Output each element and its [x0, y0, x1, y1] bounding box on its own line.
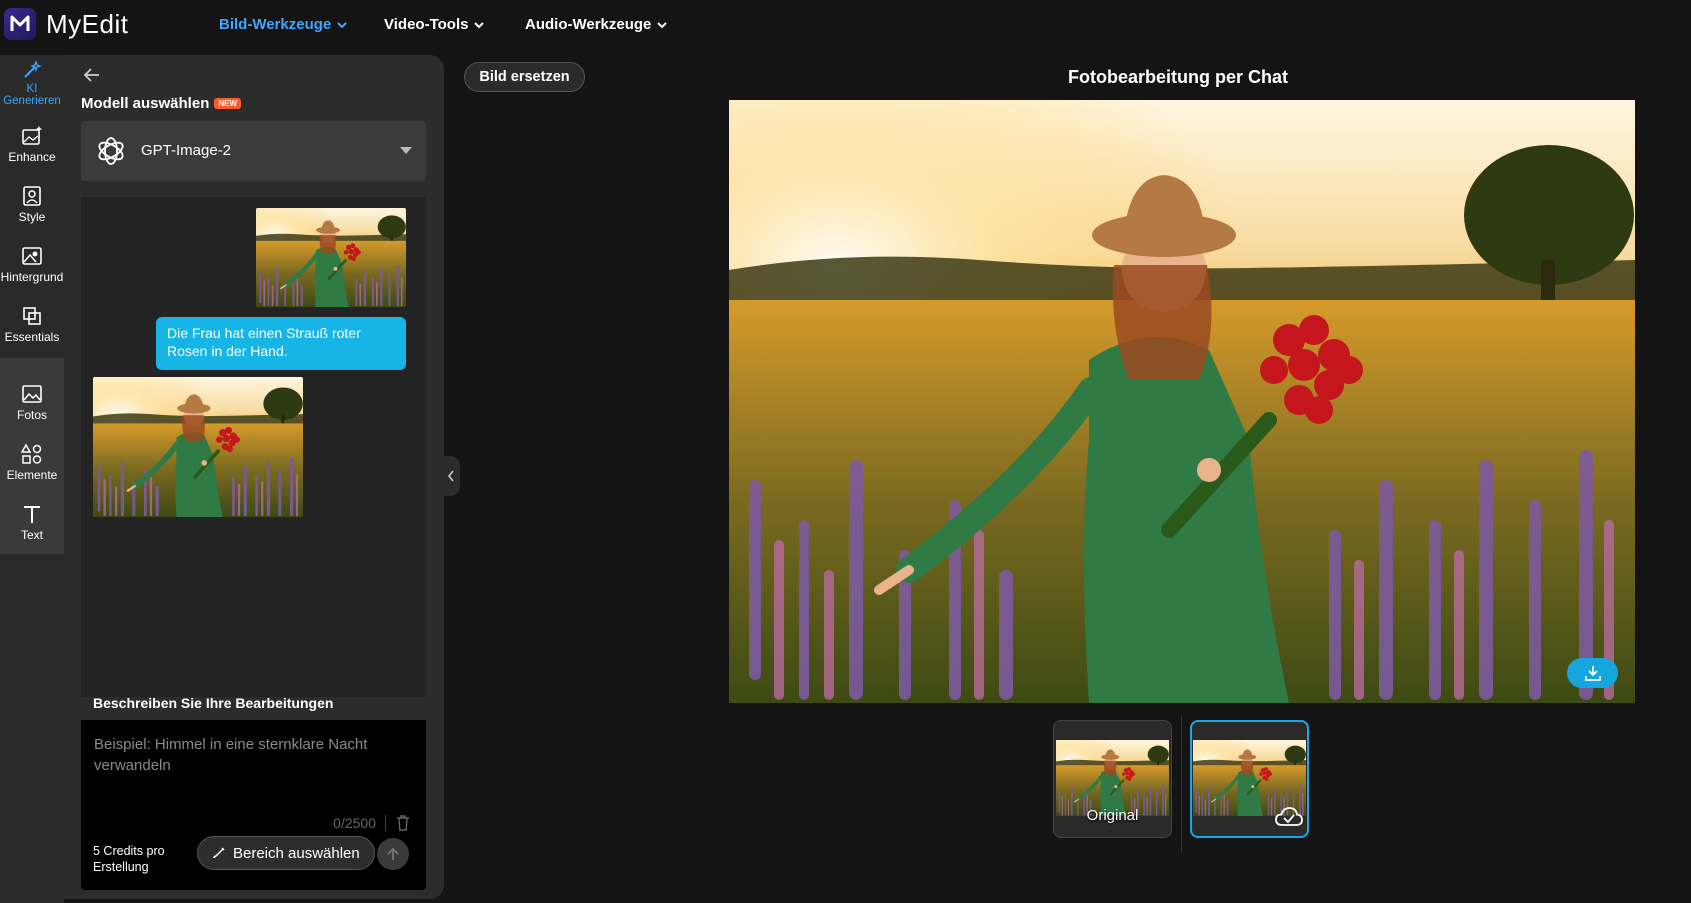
- chat-image-graphic: [256, 208, 406, 307]
- rail-label: Style: [18, 210, 46, 224]
- top-bar: MyEdit Bild-Werkzeuge Video-Tools Audio-…: [0, 0, 1691, 55]
- prompt-title: Beschreiben Sie Ihre Bearbeitungen: [93, 695, 334, 711]
- select-area-button[interactable]: Bereich auswählen: [197, 836, 375, 870]
- chat-history: Die Frau hat einen Strauß roter Rosen in…: [81, 197, 426, 697]
- rail-item-enhance[interactable]: Enhance: [0, 125, 64, 183]
- thumbnail-image: [1056, 740, 1169, 816]
- rail-label: Text: [20, 528, 43, 542]
- portrait-icon: [23, 186, 41, 206]
- rail-label: KI Generieren: [3, 83, 61, 107]
- char-counter: 0/2500: [333, 815, 376, 831]
- model-selected-value: GPT-Image-2: [141, 142, 232, 159]
- rail-label: Fotos: [16, 408, 47, 422]
- rail-assets-group: Fotos Elemente Text: [0, 358, 64, 554]
- thumbnail-divider: [1181, 716, 1182, 853]
- image-sparkle-icon: [22, 126, 42, 145]
- chat-image-result[interactable]: [93, 377, 303, 517]
- shapes-icon: [21, 443, 42, 464]
- text-icon: [24, 506, 40, 523]
- caret-down-icon: [400, 147, 412, 154]
- model-title-label: Modell auswählen: [81, 95, 210, 112]
- chat-image-graphic: [93, 377, 303, 517]
- ai-edit-panel: Modell auswählen NEW GPT-Image-2 Die Fra…: [64, 55, 444, 899]
- photo-icon: [22, 385, 42, 403]
- prompt-box: 0/2500 5 Credits pro Erstellung Bereich …: [81, 720, 426, 890]
- background-icon: [22, 247, 42, 265]
- nav-label: Audio-Werkzeuge: [525, 16, 652, 33]
- rail-label: Essentials: [4, 330, 60, 344]
- rail-item-elemente[interactable]: Elemente: [0, 443, 64, 501]
- rail-label: Enhance: [8, 150, 56, 164]
- replace-image-button[interactable]: Bild ersetzen: [464, 62, 585, 92]
- rail-label: Elemente: [6, 468, 58, 482]
- arrow-left-icon: [83, 68, 99, 82]
- arrow-up-icon: [387, 847, 399, 860]
- trash-icon: [397, 815, 409, 831]
- model-section-title: Modell auswählen NEW: [81, 95, 242, 112]
- collapse-panel-button[interactable]: [442, 456, 460, 496]
- rail-item-text[interactable]: Text: [0, 503, 64, 561]
- thumbnail-original[interactable]: Original: [1053, 720, 1172, 838]
- send-button[interactable]: [377, 838, 409, 870]
- new-badge: NEW: [214, 98, 242, 109]
- nav-video-tools[interactable]: Video-Tools: [384, 16, 485, 33]
- openai-logo-icon: [98, 137, 124, 165]
- thumbnail-graphic: [1193, 740, 1306, 816]
- app-name: MyEdit: [46, 8, 129, 39]
- select-area-label: Bereich auswählen: [233, 844, 360, 862]
- thumbnail-image: [1193, 740, 1306, 816]
- rail-item-essentials[interactable]: Essentials: [0, 305, 64, 363]
- magic-wand-icon: [24, 60, 42, 78]
- rail-item-hintergrund[interactable]: Hintergrund: [0, 245, 64, 303]
- download-button[interactable]: [1567, 658, 1618, 688]
- app-root: MyEdit Bild-Werkzeuge Video-Tools Audio-…: [0, 0, 1691, 903]
- chevron-left-icon: [447, 470, 454, 482]
- chevron-down-icon: [337, 21, 347, 28]
- layers-icon: [23, 307, 41, 325]
- main-image-preview: [729, 100, 1635, 703]
- thumbnail-graphic: [1056, 740, 1169, 816]
- clear-button[interactable]: [396, 815, 410, 836]
- prompt-input[interactable]: [94, 734, 414, 804]
- logo[interactable]: MyEdit: [4, 8, 128, 40]
- nav-label: Video-Tools: [384, 16, 469, 33]
- chevron-down-icon: [657, 21, 668, 28]
- rail-item-fotos[interactable]: Fotos: [0, 383, 64, 441]
- model-dropdown[interactable]: GPT-Image-2: [81, 121, 426, 181]
- rail-item-style[interactable]: Style: [0, 185, 64, 243]
- thumbnail-caption: Original: [1086, 807, 1139, 824]
- nav-label: Bild-Werkzeuge: [219, 16, 332, 33]
- back-button[interactable]: [82, 65, 102, 90]
- nav-bild-werkzeuge[interactable]: Bild-Werkzeuge: [219, 16, 347, 33]
- chevron-down-icon: [474, 21, 485, 28]
- page-title: Fotobearbeitung per Chat: [1068, 67, 1288, 87]
- download-icon: [1584, 666, 1601, 681]
- brush-icon: [213, 847, 225, 859]
- chat-image-original[interactable]: [256, 208, 406, 307]
- tool-rail: KI Generieren Enhance Style Hintergrund …: [0, 55, 64, 903]
- rail-item-ki-generieren[interactable]: KI Generieren: [0, 60, 64, 116]
- edited-photo: [729, 100, 1635, 703]
- myedit-logo-icon: [4, 8, 36, 40]
- cloud-check-icon: [1275, 807, 1303, 826]
- rail-label: Hintergrund: [0, 270, 64, 284]
- thumbnail-result[interactable]: [1190, 720, 1309, 838]
- divider: [385, 815, 386, 831]
- nav-audio-werkzeuge[interactable]: Audio-Werkzeuge: [525, 16, 668, 33]
- credits-info: 5 Credits pro Erstellung: [93, 844, 165, 874]
- chat-user-message: Die Frau hat einen Strauß roter Rosen in…: [156, 317, 406, 370]
